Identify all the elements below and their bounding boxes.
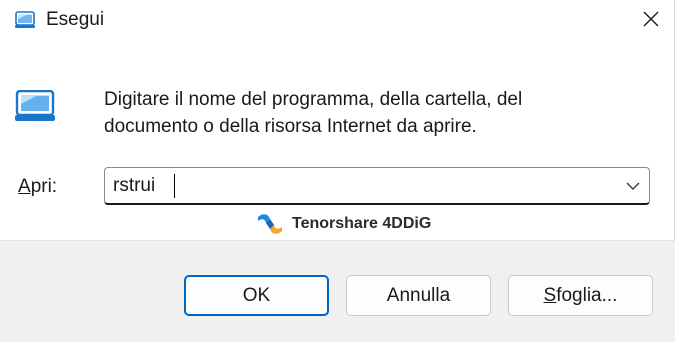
open-label-accesskey: A	[18, 176, 31, 197]
run-program-icon	[14, 89, 56, 122]
tenorshare-logo-icon	[256, 211, 284, 237]
text-caret	[174, 174, 175, 198]
chevron-down-icon[interactable]	[625, 179, 641, 191]
run-dialog: Esegui Digitare il nome del programma, d…	[0, 0, 675, 342]
close-button[interactable]	[628, 0, 674, 42]
open-input[interactable]	[113, 168, 613, 203]
open-combobox[interactable]	[104, 167, 650, 205]
ok-button[interactable]: OK	[184, 275, 329, 316]
watermark-text: Tenorshare 4DDiG	[292, 215, 432, 232]
run-dialog-icon	[14, 11, 36, 29]
window-title: Esegui	[46, 9, 105, 30]
title-bar: Esegui	[0, 0, 675, 44]
close-icon	[643, 11, 659, 32]
browse-label: foglia...	[556, 284, 618, 306]
dialog-description: Digitare il nome del programma, della ca…	[104, 89, 523, 137]
browse-button[interactable]: Sfoglia...	[508, 275, 653, 316]
watermark: Tenorshare 4DDiG	[256, 209, 431, 239]
open-label: Apri:	[18, 176, 57, 198]
cancel-button[interactable]: Annulla	[346, 275, 491, 316]
dialog-footer: OK Annulla Sfoglia...	[0, 240, 675, 342]
open-label-text: pri:	[30, 176, 58, 197]
browse-accesskey: S	[543, 284, 557, 306]
